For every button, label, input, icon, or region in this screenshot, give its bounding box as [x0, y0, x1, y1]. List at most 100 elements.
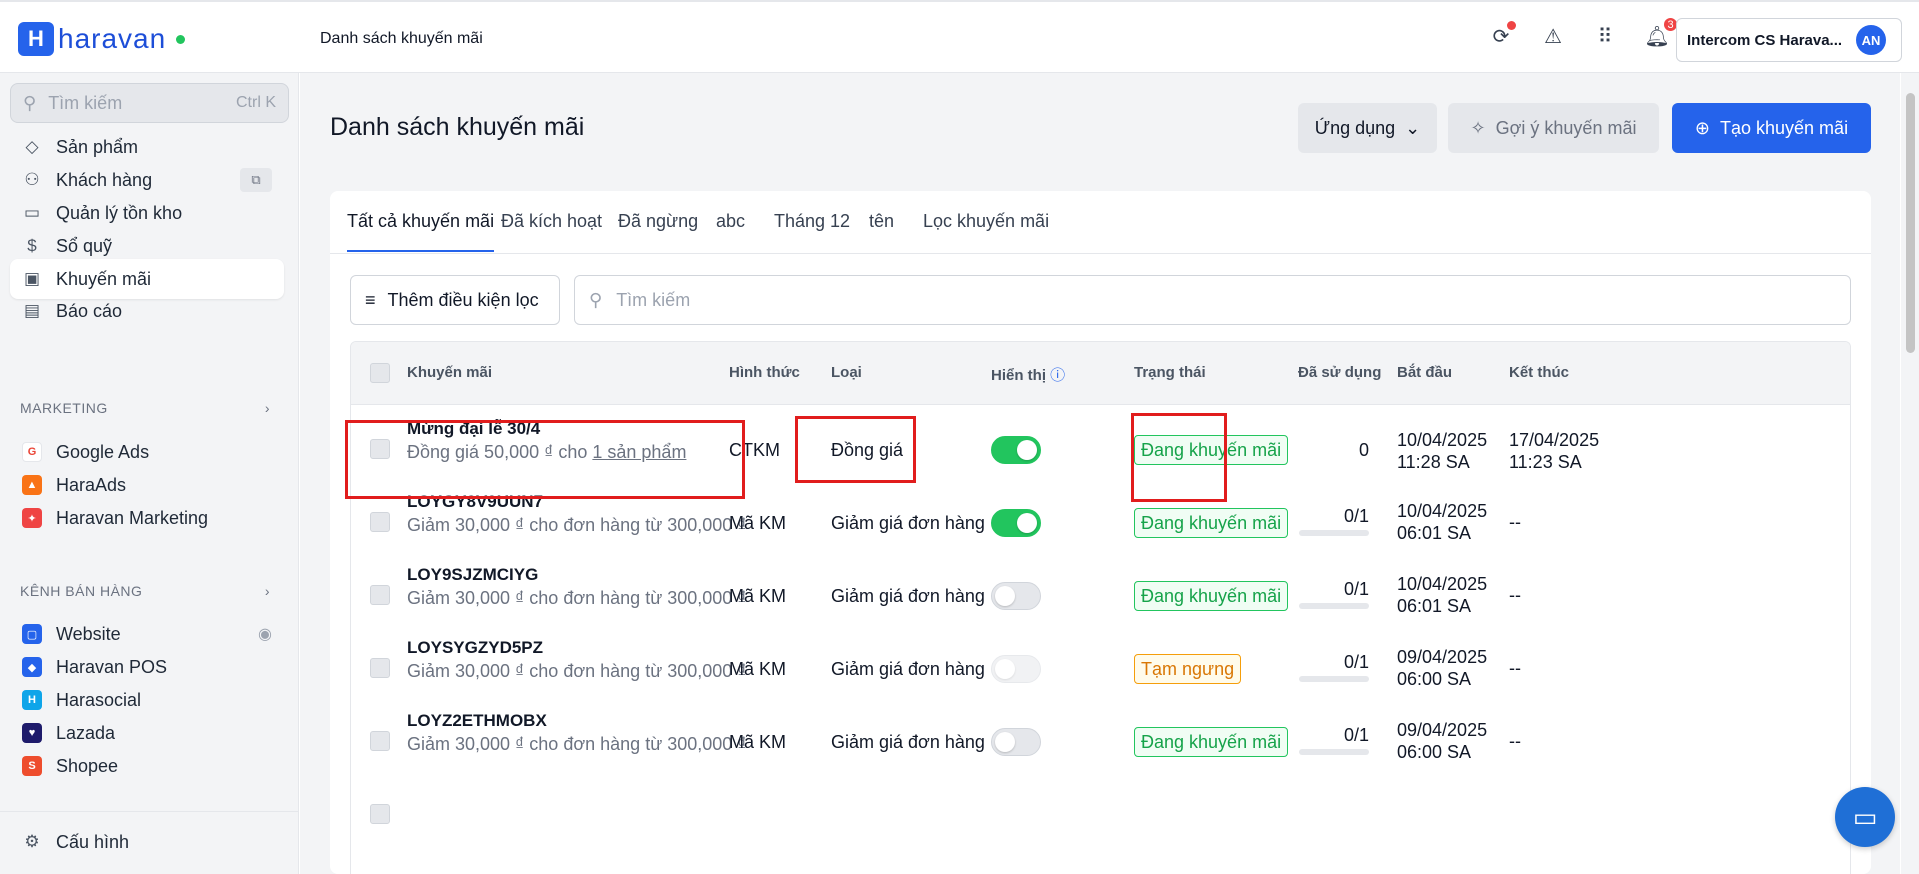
lazada-icon: ♥: [22, 723, 42, 743]
sales-channels-section-header[interactable]: KÊNH BÁN HÀNG ›: [20, 583, 270, 599]
tab-december[interactable]: Tháng 12: [774, 211, 850, 250]
promotion-form: Mã KM: [729, 732, 787, 752]
date-text: 17/04/2025: [1509, 430, 1600, 450]
search-placeholder: Tìm kiếm: [616, 289, 691, 310]
desc-text: Đồng giá 50,000 ₫ cho: [407, 442, 593, 462]
harasocial-icon: H: [22, 690, 42, 710]
time-text: 11:28 SA: [1397, 452, 1470, 472]
bell-icon[interactable]: 🔔︎ 3: [1644, 16, 1679, 48]
report-icon: ▤: [23, 301, 41, 320]
promotion-name[interactable]: LOY9SJZMCIYG: [407, 565, 538, 585]
display-toggle[interactable]: [991, 582, 1041, 610]
promotion-form: Mã KM: [729, 513, 787, 533]
col-promotion[interactable]: Khuyến mãi: [407, 364, 492, 381]
display-toggle[interactable]: [991, 436, 1041, 464]
haravan-logo[interactable]: H haravan: [18, 22, 186, 56]
usage-progress-bar: [1299, 603, 1369, 609]
promotion-type: Giảm giá đơn hàng: [831, 659, 985, 679]
table-row[interactable]: [351, 770, 1850, 874]
col-start[interactable]: Bắt đầu: [1397, 364, 1452, 381]
promotions-table: Khuyến mãi Hình thức Loại Hiển thị ⓘ Trạ…: [350, 341, 1851, 874]
account-menu[interactable]: Intercom CS Harava... AN: [1676, 18, 1902, 62]
row-checkbox[interactable]: [370, 731, 390, 751]
intercom-chat-icon[interactable]: ▭: [1835, 787, 1895, 847]
end-date: --: [1509, 731, 1521, 751]
eye-icon[interactable]: ◉: [258, 624, 272, 644]
page-scrollbar[interactable]: [1901, 73, 1919, 874]
display-toggle[interactable]: [991, 655, 1041, 683]
chevron-down-icon: ⌄: [1405, 117, 1421, 138]
col-label: Hiển thị: [991, 367, 1046, 384]
row-checkbox[interactable]: [370, 439, 390, 459]
users-icon: ⚇: [24, 170, 40, 189]
create-promotion-button[interactable]: ⊕ Tạo khuyến mãi: [1672, 103, 1871, 153]
row-checkbox[interactable]: [370, 804, 390, 824]
row-checkbox[interactable]: [370, 658, 390, 678]
used-count: 0/1: [1343, 579, 1369, 599]
display-toggle[interactable]: [991, 509, 1041, 537]
tab-activated[interactable]: Đã kích hoạt: [501, 211, 602, 250]
sidebar-item-label: Lazada: [56, 722, 116, 743]
sidebar-item-shopee[interactable]: S Shopee: [10, 746, 284, 786]
col-form[interactable]: Hình thức: [729, 364, 800, 381]
help-icon[interactable]: ⓘ: [1050, 367, 1065, 384]
promotion-form: Mã KM: [729, 586, 787, 606]
promotion-name[interactable]: LOYGY8V9UUN7: [407, 492, 543, 512]
promotion-desc: Giảm 30,000 ₫ cho đơn hàng từ 300,000 ₫: [407, 588, 747, 608]
row-checkbox[interactable]: [370, 585, 390, 605]
sidebar-item-label: Website: [56, 623, 121, 644]
tab-stopped[interactable]: Đã ngừng: [618, 211, 698, 250]
date-text: 09/04/2025: [1397, 647, 1488, 667]
search-icon: ⚲: [589, 289, 603, 310]
date-text: 10/04/2025: [1397, 501, 1488, 521]
promotion-search-input[interactable]: ⚲ Tìm kiếm: [574, 275, 1851, 325]
promotion-name[interactable]: LOYSYGZYD5PZ: [407, 638, 543, 658]
time-text: 06:01 SA: [1397, 523, 1472, 543]
date-text: 09/04/2025: [1397, 720, 1488, 740]
sync-icon[interactable]: ⟳: [1489, 21, 1516, 48]
tab-all-promotions[interactable]: Tất cả khuyến mãi: [347, 211, 495, 252]
sidebar-item-reports[interactable]: ▤ Báo cáo: [10, 291, 284, 331]
tab-abc[interactable]: abc: [716, 211, 745, 250]
apps-dropdown-button[interactable]: Ứng dụng ⌄: [1298, 103, 1437, 153]
status-badge: Đang khuyến mãi: [1134, 727, 1289, 757]
select-all-checkbox[interactable]: [370, 363, 390, 383]
add-filter-button[interactable]: ≡ Thêm điều kiện lọc: [350, 275, 560, 325]
sidebar-item-settings[interactable]: ⚙ Cấu hình: [10, 822, 284, 862]
external-screen-icon[interactable]: ⧉: [240, 168, 272, 192]
sidebar-search[interactable]: ⚲ Tìm kiếm Ctrl K: [10, 83, 289, 123]
display-toggle[interactable]: [991, 728, 1041, 756]
used-count: 0: [1358, 440, 1369, 460]
col-display[interactable]: Hiển thị ⓘ: [991, 364, 1065, 385]
promotion-name[interactable]: LOYZ2ETHMOBX: [407, 711, 547, 731]
tab-ten[interactable]: tên: [869, 211, 894, 250]
promotion-name[interactable]: Mừng đại lễ 30/4: [407, 419, 540, 439]
online-dot: [176, 34, 186, 44]
promotion-desc: Đồng giá 50,000 ₫ cho 1 sản phẩm: [407, 442, 686, 463]
col-end[interactable]: Kết thúc: [1509, 364, 1569, 381]
used-count: 0/1: [1343, 725, 1369, 745]
google-icon: G: [22, 442, 42, 462]
promotion-form: Mã KM: [729, 659, 787, 679]
col-used[interactable]: Đã sử dụng: [1298, 364, 1381, 381]
scroll-thumb[interactable]: [1906, 93, 1915, 353]
tab-bar: Tất cả khuyến mãi Đã kích hoạt Đã ngừng …: [330, 191, 1871, 254]
time-text: 06:00 SA: [1397, 742, 1472, 762]
status-badge: Đang khuyến mãi: [1134, 435, 1289, 465]
logo-text: haravan: [58, 23, 167, 54]
suggest-promotion-button[interactable]: ✧ Gợi ý khuyến mãi: [1448, 103, 1659, 153]
col-status[interactable]: Trạng thái: [1134, 364, 1206, 381]
apps-grid-icon[interactable]: ⠿: [1593, 24, 1617, 48]
row-checkbox[interactable]: [370, 512, 390, 532]
product-link[interactable]: 1 sản phẩm: [592, 442, 686, 462]
col-type[interactable]: Loại: [831, 364, 862, 381]
marketing-section-header[interactable]: MARKETING ›: [20, 400, 270, 416]
sidebar-item-label: Sổ quỹ: [56, 235, 113, 256]
tab-filter-promotions[interactable]: Lọc khuyến mãi: [923, 211, 1049, 250]
search-icon: ⚲: [23, 92, 37, 113]
gift-icon: ▣: [23, 269, 41, 288]
usage-progress-bar: [1299, 676, 1369, 682]
sidebar-item-haravan-marketing[interactable]: ✦ Haravan Marketing: [10, 498, 284, 538]
feedback-icon[interactable]: ⚠: [1541, 24, 1565, 48]
status-badge: Đang khuyến mãi: [1134, 581, 1289, 611]
